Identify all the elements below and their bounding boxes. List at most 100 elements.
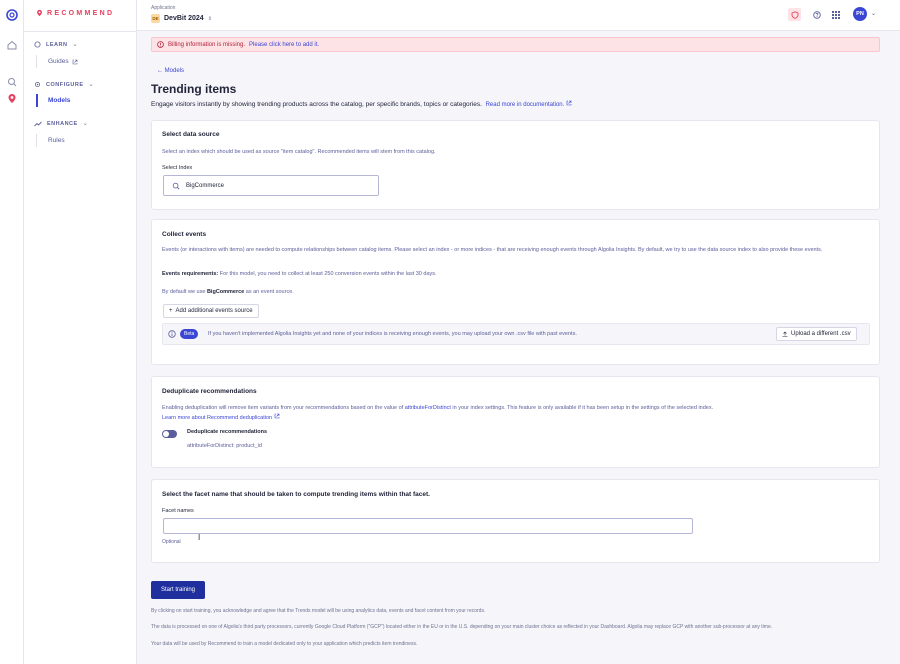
collect-events-card: Collect events Events (or interactions w…	[151, 219, 880, 365]
nav-section-label: LEARN	[46, 41, 68, 48]
events-requirements-label: Events requirements:	[162, 271, 219, 277]
index-select-value: BigCommerce	[186, 182, 225, 189]
toggle-label: Deduplicate recommendations	[187, 429, 268, 435]
data-source-card: Select data source Select an index which…	[151, 120, 880, 210]
banner-link[interactable]: Please click here to add it.	[249, 42, 319, 48]
card-description: Enabling deduplication will remove item …	[162, 404, 713, 413]
shield-icon[interactable]	[788, 8, 801, 21]
footer-note: By clicking on start training, you ackno…	[151, 608, 486, 614]
nav-section-enhance[interactable]: ENHANCE ⌄	[34, 120, 88, 127]
card-heading: Deduplicate recommendations	[162, 388, 257, 395]
sidebar-item-label: Models	[48, 97, 71, 104]
sidebar-item-models[interactable]: Models	[36, 94, 70, 107]
gear-icon	[35, 82, 40, 87]
attribute-for-distinct-link[interactable]: attributeForDistinct	[405, 405, 451, 411]
chevron-down-icon[interactable]: ⌄	[871, 10, 876, 17]
plus-icon: +	[169, 308, 173, 314]
application-label: Application	[151, 5, 176, 11]
billing-warning-banner: Billing information is missing. Please c…	[151, 37, 880, 52]
back-link[interactable]: ← Models	[157, 68, 184, 74]
learn-dedup-link[interactable]: Learn more about Recommend deduplication	[162, 413, 280, 423]
chevron-down-icon: ⌄	[72, 42, 78, 48]
nav-section-label: CONFIGURE	[46, 81, 84, 88]
button-label: Add additional events source	[175, 308, 253, 314]
default-source-text: By default we use BigCommerce as an even…	[162, 288, 294, 297]
banner-text: Billing information is missing.	[168, 41, 246, 48]
add-events-source-button[interactable]: + Add additional events source	[163, 304, 259, 318]
card-description: Events (or interactions with items) are …	[162, 247, 823, 253]
avatar[interactable]: PN	[853, 7, 867, 21]
home-icon[interactable]	[5, 38, 18, 51]
beta-badge: Beta	[180, 329, 199, 339]
learn-icon	[34, 41, 41, 48]
recommend-logo-icon	[37, 9, 42, 17]
button-label: Upload a different .csv	[791, 331, 851, 337]
apps-grid-icon[interactable]	[829, 8, 842, 21]
help-icon[interactable]	[810, 8, 823, 21]
events-requirements: Events requirements: For this model, you…	[162, 270, 437, 279]
sidebar-item-rules[interactable]: Rules	[36, 134, 65, 147]
sidebar-item-label: Guides	[48, 58, 69, 65]
attribute-text: attributeForDistinct: product_id	[187, 443, 262, 449]
deduplicate-card: Deduplicate recommendations Enabling ded…	[151, 376, 880, 468]
index-select[interactable]: BigCommerce	[163, 175, 379, 196]
trend-icon	[34, 121, 42, 126]
field-hint: Optional	[162, 539, 181, 545]
recommend-icon[interactable]	[5, 92, 18, 105]
page-subtitle: Engage visitors instantly by showing tre…	[151, 100, 572, 108]
page-title: Trending items	[151, 82, 237, 96]
algolia-logo-icon[interactable]	[5, 8, 18, 21]
sidebar: RECOMMEND LEARN ⌄ Guides CONFIGURE ⌄ Mod…	[24, 0, 137, 664]
docs-link[interactable]: Read more in documentation.	[486, 102, 565, 108]
nav-section-label: ENHANCE	[47, 120, 78, 127]
facet-card: Select the facet name that should be tak…	[151, 479, 880, 563]
default-prefix: By default we use	[162, 289, 207, 295]
divider	[24, 31, 137, 32]
app-rail	[0, 0, 24, 664]
default-index: BigCommerce	[206, 289, 245, 295]
beta-text: If you haven't implemented Algolia Insig…	[208, 331, 577, 337]
application-selector[interactable]: DE DevBit 2024 ⇕	[151, 14, 212, 23]
footer-note: Your data will be used by Recommend to t…	[151, 641, 418, 647]
beta-upload-row: Beta If you haven't implemented Algolia …	[162, 323, 870, 345]
chevron-down-icon: ⌄	[88, 82, 95, 88]
deduplicate-toggle[interactable]	[162, 430, 177, 438]
upload-csv-button[interactable]: Upload a different .csv	[776, 327, 857, 341]
search-icon[interactable]	[5, 75, 18, 88]
page-subtitle-text: Engage visitors instantly by showing tre…	[151, 101, 482, 108]
footer-note: The data is processed on one of Algolia'…	[151, 624, 773, 630]
application-name: DevBit 2024	[164, 15, 204, 22]
card-heading: Collect events	[162, 231, 207, 238]
upload-icon	[782, 331, 788, 337]
card-heading: Select data source	[162, 131, 220, 138]
start-training-button[interactable]: Start training	[151, 581, 205, 599]
brand-name: RECOMMEND	[47, 9, 115, 17]
card-heading: Select the facet name that should be tak…	[162, 491, 430, 498]
field-label: Select Index	[162, 165, 193, 171]
dedup-desc-prefix: Enabling deduplication will remove item …	[162, 405, 405, 411]
info-icon	[168, 330, 176, 338]
chevron-down-icon: ⌄	[82, 121, 89, 127]
nav-section-configure[interactable]: CONFIGURE ⌄	[34, 81, 94, 88]
field-label: Facet names	[162, 508, 194, 514]
topbar: Application DE DevBit 2024 ⇕ PN ⌄	[137, 0, 900, 31]
external-link-icon	[274, 413, 279, 419]
text-cursor-icon: I	[198, 533, 201, 542]
learn-dedup-label: Learn more about Recommend deduplication	[162, 415, 273, 421]
facet-names-input[interactable]	[163, 518, 693, 534]
brand[interactable]: RECOMMEND	[36, 9, 114, 17]
app-badge: DE	[151, 14, 160, 23]
search-icon	[172, 182, 180, 189]
back-link-label: Models	[164, 68, 185, 74]
external-link-icon	[72, 59, 77, 64]
sidebar-item-label: Rules	[48, 137, 65, 144]
dedup-desc-suffix: in your index settings. This feature is …	[450, 405, 714, 411]
chevron-updown-icon: ⇕	[207, 15, 212, 22]
nav-section-learn[interactable]: LEARN ⌄	[34, 41, 78, 48]
warning-icon	[157, 41, 164, 48]
sidebar-item-guides[interactable]: Guides	[36, 55, 78, 68]
default-suffix: as an event source.	[244, 289, 294, 295]
card-description: Select an index which should be used as …	[162, 149, 436, 155]
external-link-icon	[566, 100, 572, 106]
events-requirements-text: For this model, you need to collect at l…	[218, 271, 437, 277]
